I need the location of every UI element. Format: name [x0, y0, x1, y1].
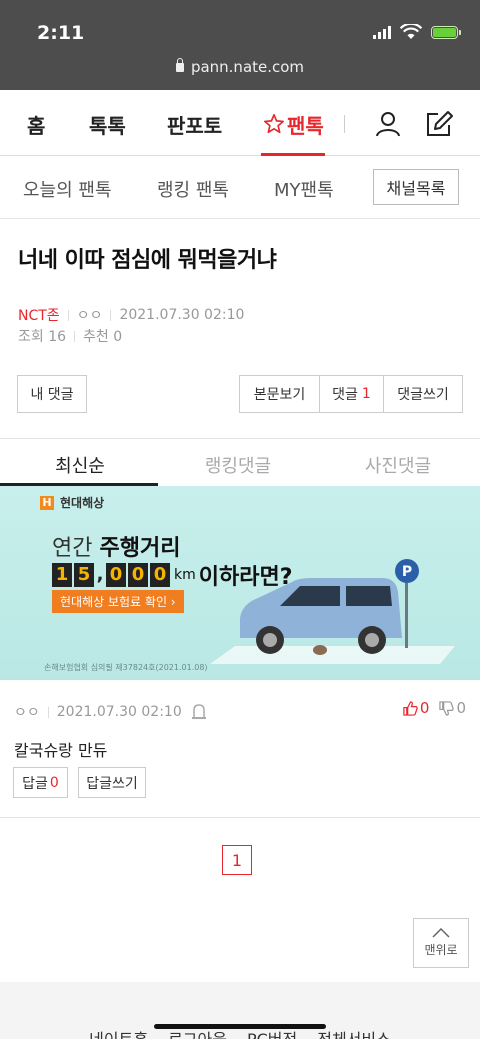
- odometer-digit: 5: [74, 563, 94, 587]
- channel-list-button[interactable]: 채널목록: [373, 169, 459, 205]
- url-bar[interactable]: pann.nate.com: [0, 58, 480, 76]
- ad-brand-name: 현대해상: [60, 496, 105, 510]
- comment-tabs: 최신순 랭킹댓글 사진댓글: [0, 438, 480, 486]
- post-date: 2021.07.30 02:10: [119, 307, 245, 323]
- post-recommend: 추천 0: [83, 329, 123, 345]
- nav-divider: [344, 115, 345, 133]
- ad-headline-a: 연간: [52, 536, 93, 561]
- comments-count: 1: [361, 386, 371, 402]
- odometer-digit: 0: [106, 563, 126, 587]
- sub-nav: 오늘의 팬톡 랭킹 팬톡 MY팬톡 채널목록: [0, 157, 480, 219]
- comments-button[interactable]: 댓글 1: [319, 375, 384, 413]
- thumbs-down-icon: [439, 700, 455, 716]
- chevron-up-icon: [432, 928, 450, 938]
- post-stats: 조회 16 추천 0: [18, 326, 122, 346]
- post-author: ㅇㅇ: [76, 308, 103, 324]
- ad-brand: H 현대해상: [40, 494, 104, 511]
- odometer-digit: 0: [128, 563, 148, 587]
- divider: [74, 330, 76, 342]
- post-meta: NCT존 ㅇㅇ 2021.07.30 02:10: [18, 305, 244, 325]
- subnav-my-fantok[interactable]: MY팬톡: [274, 176, 334, 202]
- active-tab-indicator: [261, 153, 325, 156]
- ad-headline-b: 주행거리: [99, 536, 181, 561]
- divider: [110, 309, 112, 321]
- subnav-ranking-fantok[interactable]: 랭킹 팬톡: [157, 176, 229, 202]
- comments-label: 댓글: [332, 387, 358, 403]
- car-illustration: P: [210, 559, 455, 664]
- upvote-count: 0: [419, 699, 430, 717]
- report-icon[interactable]: [191, 704, 206, 720]
- odometer-digit: 0: [150, 563, 170, 587]
- status-icons: [373, 24, 461, 40]
- wifi-icon: [400, 24, 422, 39]
- divider: [47, 706, 49, 718]
- reply-count: 0: [49, 774, 59, 791]
- ad-headline: 연간 주행거리: [52, 530, 180, 562]
- nav-fantok[interactable]: 팬톡: [287, 110, 324, 139]
- comment-votes: 0 0: [403, 699, 466, 717]
- view-body-button[interactable]: 본문보기: [239, 375, 320, 413]
- status-time: 2:11: [37, 22, 85, 44]
- nav-pan-photo[interactable]: 판포토: [167, 110, 222, 139]
- url-text: pann.nate.com: [190, 58, 305, 76]
- downvote-button[interactable]: 0: [439, 699, 466, 717]
- reply-button[interactable]: 답글 0: [13, 767, 68, 798]
- post-views: 조회 16: [18, 329, 67, 345]
- svg-text:P: P: [402, 564, 412, 580]
- post-category[interactable]: NCT존: [18, 305, 60, 325]
- comment-text: 칼국슈랑 만듀: [14, 741, 108, 760]
- write-comment-button[interactable]: 댓글쓰기: [383, 375, 463, 413]
- comment-meta: ㅇㅇ 2021.07.30 02:10: [14, 702, 206, 722]
- user-icon[interactable]: [374, 110, 402, 138]
- top-nav: 홈 톡톡 판포토 팬톡: [0, 90, 480, 156]
- star-icon: [264, 114, 284, 134]
- tab-ranking-comments[interactable]: 랭킹댓글: [158, 452, 318, 478]
- signal-icon: [373, 25, 391, 39]
- write-reply-button[interactable]: 답글쓰기: [78, 767, 146, 798]
- thumbs-up-icon: [403, 700, 418, 716]
- page-number-current[interactable]: 1: [222, 845, 252, 875]
- nav-toktok[interactable]: 톡톡: [89, 110, 126, 139]
- downvote-count: 0: [456, 699, 466, 717]
- write-icon[interactable]: [424, 109, 454, 139]
- nav-home[interactable]: 홈: [27, 110, 45, 139]
- tab-photo-comments[interactable]: 사진댓글: [318, 452, 478, 478]
- footer: 네이트홈 로그아웃 PC버전 전체서비스: [0, 982, 480, 1039]
- odometer-digits: 1 5 , 0 0 0: [52, 563, 170, 587]
- battery-icon: [431, 25, 461, 39]
- my-comments-button[interactable]: 내 댓글: [17, 375, 87, 413]
- footer-link-nate-home[interactable]: 네이트홈: [89, 1026, 148, 1039]
- reply-label: 답글: [22, 775, 48, 792]
- brand-logo-icon: H: [40, 495, 54, 510]
- comment-date: 2021.07.30 02:10: [56, 704, 182, 720]
- home-indicator[interactable]: [154, 1024, 326, 1029]
- ad-banner[interactable]: H 현대해상 연간 주행거리 1 5 , 0 0 0 km 이하라면? 현대해상…: [0, 486, 480, 680]
- tab-latest[interactable]: 최신순: [0, 452, 160, 478]
- lock-icon: [175, 58, 184, 72]
- scroll-to-top-label: 맨위로: [424, 943, 458, 957]
- comment-author: ㅇㅇ: [14, 705, 40, 721]
- subnav-today-fantok[interactable]: 오늘의 팬톡: [23, 176, 112, 202]
- post-title: 너네 이따 점심에 뭐먹을거냐: [18, 248, 277, 273]
- ad-cta-button[interactable]: 현대해상 보험료 확인 ›: [52, 590, 184, 613]
- ad-unit: km: [174, 567, 196, 583]
- odometer-digit: 1: [52, 563, 72, 587]
- odometer-comma: ,: [96, 564, 104, 585]
- divider: [67, 309, 69, 321]
- upvote-button[interactable]: 0: [403, 699, 430, 717]
- scroll-to-top-button[interactable]: 맨위로: [413, 918, 469, 968]
- section-divider: [0, 817, 480, 818]
- footer-link-all-services[interactable]: 전체서비스: [317, 1026, 391, 1039]
- ad-fine-print: 손해보험협회 심의필 제37824호(2021.01.08): [44, 663, 208, 672]
- status-bar: 2:11 pann.nate.com: [0, 0, 480, 90]
